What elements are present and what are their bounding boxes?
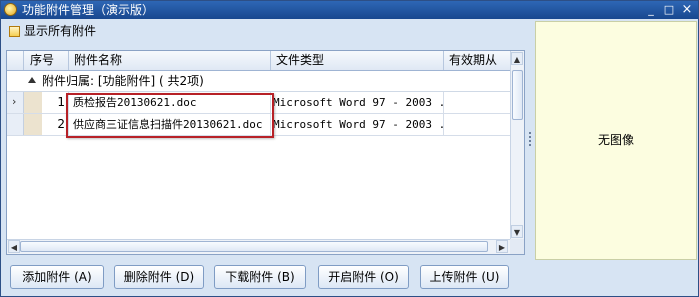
attachment-grid: 序号 附件名称 文件类型 有效期从 附件归属: [功能附件] ( 共2项) › … [6, 50, 525, 255]
collapse-triangle-icon[interactable] [28, 77, 36, 83]
grip-dot [529, 144, 531, 146]
group-indent [24, 114, 42, 135]
close-button[interactable]: × [680, 3, 694, 16]
scroll-corner [510, 239, 524, 254]
cell-type[interactable]: Microsoft Word 97 - 2003 ... [271, 114, 444, 135]
no-image-label: 无图像 [597, 133, 634, 147]
row-pointer-icon: › [12, 95, 17, 108]
download-attachment-button[interactable]: 下载附件 (B) [214, 265, 306, 289]
cell-index[interactable]: 1 [42, 92, 69, 113]
delete-attachment-button[interactable]: 删除附件 (D) [114, 265, 204, 289]
grip-dot [529, 136, 531, 138]
cell-type[interactable]: Microsoft Word 97 - 2003 ... [271, 92, 444, 113]
minimize-button[interactable]: _ [644, 3, 658, 16]
column-header-name[interactable]: 附件名称 [69, 51, 271, 70]
scroll-up-icon[interactable]: ▲ [511, 52, 523, 65]
grip-dot [529, 132, 531, 134]
cell-valid-from[interactable] [444, 114, 510, 135]
cell-name[interactable]: 质检报告20130621.doc [69, 92, 271, 113]
vertical-scrollbar[interactable]: ▲ ▼ [510, 51, 524, 239]
cell-valid-from[interactable] [444, 92, 510, 113]
window-title: 功能附件管理（演示版） [22, 3, 155, 17]
grid-header: 序号 附件名称 文件类型 有效期从 [7, 51, 510, 71]
table-row[interactable]: › 1 质检报告20130621.doc Microsoft Word 97 -… [7, 92, 510, 114]
image-preview-panel: 无图像 [535, 21, 697, 260]
group-label: 附件归属: [功能附件] ( 共2项) [42, 74, 204, 88]
app-magnifier-icon [4, 3, 17, 16]
group-indent [24, 92, 42, 113]
add-attachment-button[interactable]: 添加附件 (A) [10, 265, 104, 289]
scroll-right-icon[interactable]: ▶ [496, 240, 508, 253]
header-indicator-cell [7, 51, 24, 70]
horizontal-scrollbar[interactable]: ◀ ▶ [7, 239, 510, 254]
column-header-index[interactable]: 序号 [24, 51, 69, 70]
show-all-checkbox[interactable] [9, 26, 20, 37]
cell-index[interactable]: 2 [42, 114, 69, 135]
scroll-down-icon[interactable]: ▼ [511, 225, 523, 238]
scroll-left-icon[interactable]: ◀ [8, 240, 20, 253]
cell-name[interactable]: 供应商三证信息扫描件20130621.doc [69, 114, 271, 135]
vertical-scroll-thumb[interactable] [512, 70, 523, 120]
maximize-button[interactable]: □ [662, 3, 676, 16]
column-header-type[interactable]: 文件类型 [271, 51, 444, 70]
options-bar: 显示所有附件 [1, 20, 534, 44]
title-bar[interactable]: 功能附件管理（演示版） _ □ × [1, 1, 698, 19]
upload-attachment-button[interactable]: 上传附件 (U) [420, 265, 509, 289]
row-indicator[interactable] [7, 114, 24, 135]
column-header-valid-from[interactable]: 有效期从 [444, 51, 510, 70]
horizontal-scroll-thumb[interactable] [20, 241, 488, 252]
attachment-manager-window: 功能附件管理（演示版） _ □ × 显示所有附件 序号 附件名称 文件类型 有效… [0, 0, 699, 297]
group-row[interactable]: 附件归属: [功能附件] ( 共2项) [7, 71, 510, 92]
row-indicator[interactable]: › [7, 92, 24, 113]
table-row[interactable]: 2 供应商三证信息扫描件20130621.doc Microsoft Word … [7, 114, 510, 136]
panel-splitter[interactable] [527, 20, 533, 260]
show-all-label[interactable]: 显示所有附件 [24, 23, 96, 39]
open-attachment-button[interactable]: 开启附件 (O) [318, 265, 409, 289]
grip-dot [529, 140, 531, 142]
